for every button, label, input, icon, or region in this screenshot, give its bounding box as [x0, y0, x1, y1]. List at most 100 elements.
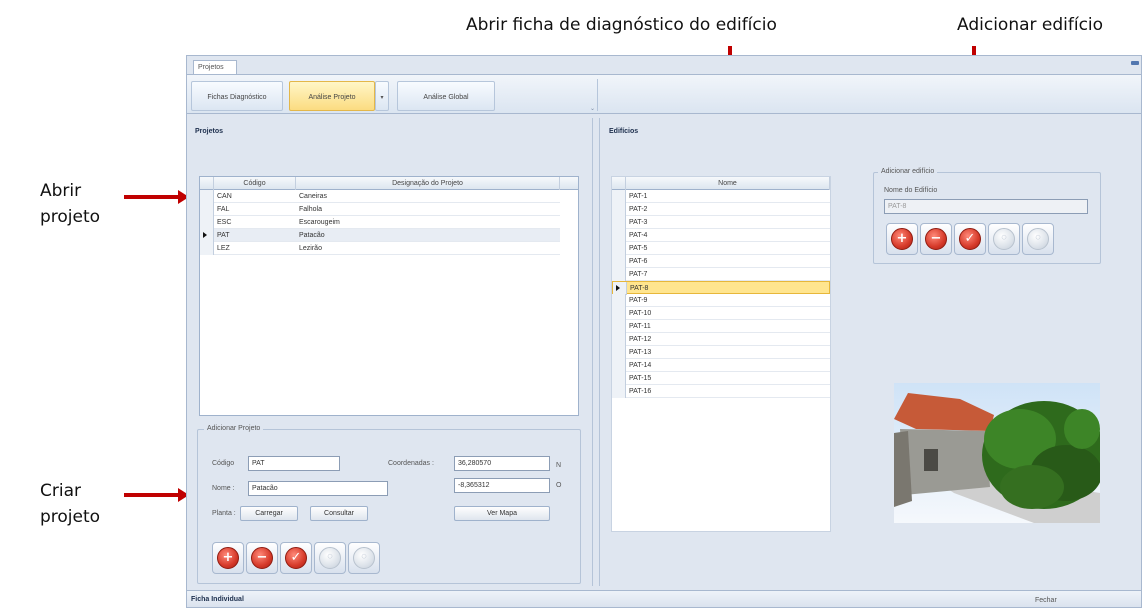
edificios-grid[interactable]: Nome PAT-1 PAT-2 PAT-3 PAT-4 PAT-5 PAT-6…	[611, 176, 831, 532]
fechar-button[interactable]: Fechar	[1035, 597, 1057, 604]
cell-designacao: Lezirão	[299, 245, 322, 252]
cell-nome: PAT-6	[629, 258, 648, 265]
latitude-field[interactable]: 36,280570	[454, 456, 550, 471]
row-selector-header	[612, 177, 626, 190]
table-row[interactable]: PAT-2	[612, 203, 830, 216]
cell-nome: PAT-4	[629, 232, 648, 239]
remove-project-button[interactable]: −	[246, 542, 278, 574]
row-selector[interactable]	[612, 359, 626, 372]
pin-icon[interactable]	[1131, 61, 1139, 65]
edificios-title: Edifícios	[609, 128, 639, 135]
ficha-individual-label: Ficha Individual	[191, 596, 244, 603]
table-row[interactable]: PAT-10	[612, 307, 830, 320]
row-selector[interactable]	[612, 372, 626, 385]
edit-building-button[interactable]: ✓	[954, 223, 986, 255]
ver-mapa-button[interactable]: Ver Mapa	[454, 506, 550, 521]
cancel-building-button[interactable]: ◦	[1022, 223, 1054, 255]
cell-nome: PAT-3	[629, 219, 648, 226]
cell-nome: PAT-12	[629, 336, 652, 343]
save-project-button[interactable]: ◦	[314, 542, 346, 574]
annotation-abrir-ficha: Abrir ficha de diagnóstico do edifício	[466, 15, 777, 35]
table-row[interactable]: LEZ Lezirão	[200, 242, 560, 255]
row-selector[interactable]	[612, 346, 626, 359]
adicionar-edificio-title: Adicionar edifício	[878, 168, 938, 175]
annotation-abrir-projeto: Abrir projeto	[40, 178, 100, 230]
table-row[interactable]: PAT-12	[612, 333, 830, 346]
row-selector[interactable]	[612, 307, 626, 320]
table-row[interactable]: PAT-6	[612, 255, 830, 268]
add-project-button[interactable]: +	[212, 542, 244, 574]
annotation-line-2: projeto	[40, 507, 101, 527]
table-row[interactable]: CAN Caneiras	[200, 190, 560, 203]
table-row[interactable]: PAT-9	[612, 294, 830, 307]
column-header-nome[interactable]: Nome	[626, 177, 830, 190]
table-row[interactable]: PAT-4	[612, 229, 830, 242]
projetos-title: Projetos	[195, 128, 224, 135]
remove-building-button[interactable]: −	[920, 223, 952, 255]
table-row[interactable]: PAT-16	[612, 385, 830, 398]
tab-analise-projeto[interactable]: Análise Projeto	[289, 81, 375, 111]
tab-fichas-diagnostico[interactable]: Fichas Diagnóstico	[191, 81, 283, 111]
column-header-designacao[interactable]: Designação do Projeto	[296, 177, 560, 190]
document-tab-projetos[interactable]: Projetos	[193, 60, 237, 74]
arrow-to-projetos-grid	[124, 190, 189, 204]
nome-edificio-field[interactable]: PAT-8	[884, 199, 1088, 214]
row-selector[interactable]	[612, 216, 626, 229]
row-selector[interactable]	[612, 190, 626, 203]
cell-nome: PAT-15	[629, 375, 652, 382]
table-row[interactable]: FAL Falhola	[200, 203, 560, 216]
tab-analise-global[interactable]: Análise Global	[397, 81, 495, 111]
pane-splitter[interactable]	[592, 118, 600, 586]
row-selector[interactable]	[612, 255, 626, 268]
annotation-line-1: Criar	[40, 481, 81, 501]
row-selector[interactable]	[612, 229, 626, 242]
ribbon-collapse-icon[interactable]: ⌄	[590, 105, 595, 112]
row-selector[interactable]	[200, 190, 214, 203]
edit-project-button[interactable]: ✓	[280, 542, 312, 574]
row-selector[interactable]	[612, 203, 626, 216]
save-building-button[interactable]: ◦	[988, 223, 1020, 255]
table-row-selected[interactable]: PAT Patacão	[200, 229, 560, 242]
tab-dropdown-chevron-icon[interactable]: ▾	[375, 81, 389, 111]
cancel-icon: ◦	[1027, 228, 1049, 250]
row-selector[interactable]	[612, 333, 626, 346]
projetos-grid[interactable]: Código Designação do Projeto CAN Caneira…	[199, 176, 579, 416]
add-building-button[interactable]: +	[886, 223, 918, 255]
table-row[interactable]: PAT-1	[612, 190, 830, 203]
consultar-button[interactable]: Consultar	[310, 506, 368, 521]
codigo-field[interactable]: PAT	[248, 456, 340, 471]
cell-nome: PAT-9	[629, 297, 648, 304]
row-selector[interactable]	[612, 320, 626, 333]
cell-nome: PAT-14	[629, 362, 652, 369]
row-selector[interactable]	[200, 229, 214, 242]
column-header-codigo[interactable]: Código	[214, 177, 296, 190]
table-row[interactable]: PAT-15	[612, 372, 830, 385]
table-row[interactable]: PAT-11	[612, 320, 830, 333]
table-row[interactable]: PAT-13	[612, 346, 830, 359]
row-selector[interactable]	[200, 216, 214, 229]
table-row-selected[interactable]: PAT-8	[612, 281, 830, 295]
row-selector[interactable]	[612, 242, 626, 255]
row-selector[interactable]	[200, 242, 214, 255]
cell-designacao: Caneiras	[299, 193, 328, 200]
row-selector[interactable]	[612, 385, 626, 398]
row-pointer-icon	[616, 285, 620, 291]
row-selector[interactable]	[612, 268, 626, 281]
carregar-button[interactable]: Carregar	[240, 506, 298, 521]
building-photo-image	[894, 383, 1100, 523]
table-row[interactable]: PAT-5	[612, 242, 830, 255]
coordenadas-label: Coordenadas :	[388, 460, 434, 467]
cancel-project-button[interactable]: ◦	[348, 542, 380, 574]
annotation-criar-projeto: Criar projeto	[40, 478, 100, 530]
table-row[interactable]: ESC Escarougeim	[200, 216, 560, 229]
table-row[interactable]: PAT-3	[612, 216, 830, 229]
longitude-field[interactable]: -8,365312	[454, 478, 550, 493]
table-row[interactable]: PAT-7	[612, 268, 830, 281]
nome-field[interactable]: Patacão	[248, 481, 388, 496]
row-selector[interactable]	[200, 203, 214, 216]
edit-icon: ✓	[285, 547, 307, 569]
table-row[interactable]: PAT-14	[612, 359, 830, 372]
row-selector[interactable]	[612, 294, 626, 307]
edificios-grid-header: Nome	[612, 177, 830, 190]
minus-icon: −	[251, 547, 273, 569]
